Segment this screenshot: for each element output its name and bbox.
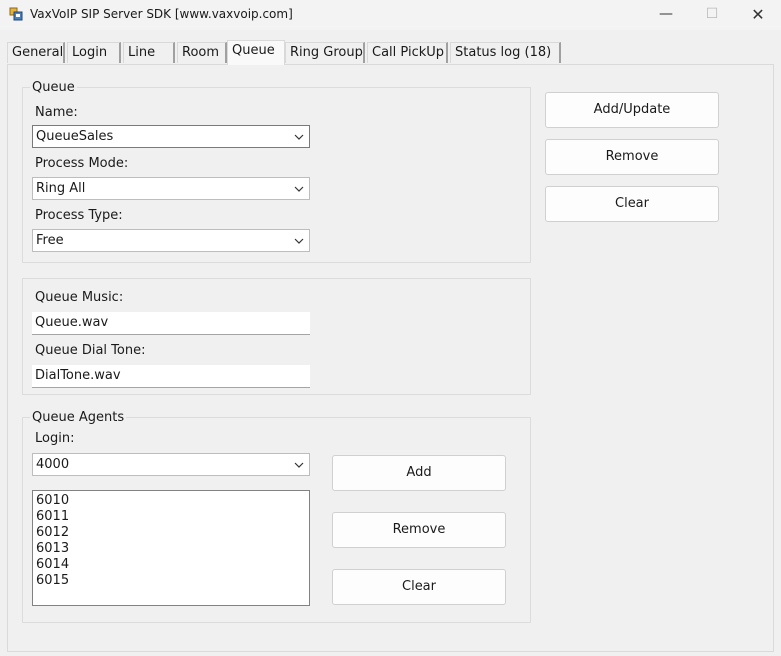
- list-item[interactable]: 6012: [36, 525, 306, 541]
- maximize-button[interactable]: ☐: [689, 0, 735, 30]
- list-item[interactable]: 6011: [36, 509, 306, 525]
- process-mode-value: Ring All: [36, 181, 86, 196]
- tab-line[interactable]: Line: [123, 42, 175, 63]
- queue-group: Queue Name: QueueSales Process Mode: Rin…: [22, 80, 531, 263]
- list-item[interactable]: 6013: [36, 541, 306, 557]
- queue-name-select[interactable]: QueueSales: [32, 125, 310, 148]
- tab-queue[interactable]: Queue: [227, 40, 285, 65]
- queue-music-input[interactable]: Queue.wav: [32, 312, 310, 335]
- window-title: VaxVoIP SIP Server SDK [www.vaxvoip.com]: [30, 7, 293, 21]
- app-icon: [9, 7, 23, 21]
- title-bar: VaxVoIP SIP Server SDK [www.vaxvoip.com]…: [0, 0, 781, 30]
- queue-dial-tone-label: Queue Dial Tone:: [35, 343, 146, 358]
- list-item[interactable]: 6010: [36, 493, 306, 509]
- clear-agents-button[interactable]: Clear: [332, 569, 506, 605]
- add-agent-button[interactable]: Add: [332, 455, 506, 491]
- remove-queue-button[interactable]: Remove: [545, 139, 719, 175]
- login-label: Login:: [35, 431, 75, 446]
- queue-group-title: Queue: [30, 80, 77, 95]
- queue-agents-group: Queue Agents Login: 4000 6010 6011 6012 …: [22, 410, 531, 623]
- process-mode-select[interactable]: Ring All: [32, 177, 310, 200]
- agent-list[interactable]: 6010 6011 6012 6013 6014 6015: [32, 490, 310, 606]
- process-mode-label: Process Mode:: [35, 156, 129, 171]
- queue-name-value: QueueSales: [36, 129, 114, 144]
- list-item[interactable]: 6014: [36, 557, 306, 573]
- tab-login[interactable]: Login: [67, 42, 121, 63]
- chevron-down-icon: [294, 462, 304, 468]
- tab-status-log[interactable]: Status log (18): [450, 42, 561, 63]
- chevron-down-icon: [294, 134, 304, 140]
- close-button[interactable]: ✕: [735, 0, 781, 30]
- agent-login-select[interactable]: 4000: [32, 453, 310, 476]
- queue-agents-group-title: Queue Agents: [30, 410, 127, 425]
- add-update-button[interactable]: Add/Update: [545, 92, 719, 128]
- list-item[interactable]: 6015: [36, 573, 306, 589]
- remove-agent-button[interactable]: Remove: [332, 512, 506, 548]
- tab-general[interactable]: General: [7, 42, 65, 63]
- process-type-label: Process Type:: [35, 208, 123, 223]
- tab-strip: General Login Line Room Queue Ring Group…: [0, 40, 781, 65]
- queue-music-label: Queue Music:: [35, 290, 124, 305]
- queue-dial-tone-input[interactable]: DialTone.wav: [32, 365, 310, 388]
- clear-queue-button[interactable]: Clear: [545, 186, 719, 222]
- minimize-button[interactable]: —: [643, 0, 689, 30]
- name-label: Name:: [35, 105, 78, 120]
- process-type-select[interactable]: Free: [32, 229, 310, 252]
- tab-call-pickup[interactable]: Call PickUp: [367, 42, 448, 63]
- queue-tab-panel: Queue Name: QueueSales Process Mode: Rin…: [7, 64, 774, 652]
- process-type-value: Free: [36, 233, 64, 248]
- tab-room[interactable]: Room: [177, 42, 227, 63]
- tab-ring-group[interactable]: Ring Group: [285, 42, 365, 63]
- queue-music-group: Queue Music: Queue.wav Queue Dial Tone: …: [22, 278, 531, 395]
- chevron-down-icon: [294, 186, 304, 192]
- agent-login-value: 4000: [36, 457, 70, 472]
- chevron-down-icon: [294, 238, 304, 244]
